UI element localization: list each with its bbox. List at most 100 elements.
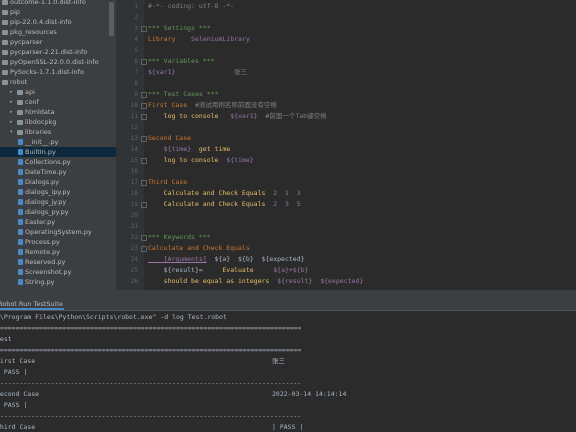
python-file-icon bbox=[18, 159, 23, 165]
panel-splitter[interactable] bbox=[0, 290, 576, 298]
tree-item[interactable]: dialogs_jy.py bbox=[0, 197, 66, 207]
tree-item[interactable]: BuiltIn.py bbox=[0, 147, 116, 157]
code-line: ${time} get time bbox=[148, 144, 231, 155]
tree-item[interactable]: Screenshot.py bbox=[0, 267, 71, 277]
tree-item[interactable]: dialogs_ipy.py bbox=[0, 187, 70, 197]
tree-item[interactable]: Remote.py bbox=[0, 247, 60, 257]
line-number: 19 bbox=[130, 201, 138, 208]
project-tree: outcome-1.1.0.dist-info pip pip-22.0.4.dis… bbox=[0, 0, 116, 290]
python-file-icon bbox=[18, 149, 23, 155]
chevron-right-icon[interactable]: ▸ bbox=[10, 107, 15, 117]
code-token: get time bbox=[191, 145, 231, 153]
chevron-right-icon[interactable]: ▸ bbox=[10, 97, 15, 107]
fold-marker-icon[interactable] bbox=[141, 246, 147, 252]
chevron-right-icon[interactable]: ▸ bbox=[10, 117, 15, 127]
tree-item-label: pip-22.0.4.dist-info bbox=[10, 18, 72, 26]
line-number: 10 bbox=[130, 102, 138, 109]
run-console[interactable]: :\Program Files\Python\Scripts\robot.exe… bbox=[0, 311, 576, 432]
tree-item-label: pycparser-2.21.dist-info bbox=[10, 48, 88, 56]
tree-item[interactable]: String.py bbox=[0, 277, 54, 287]
tree-item-label: conf bbox=[25, 98, 39, 106]
chevron-down-icon[interactable]: ▾ bbox=[10, 127, 15, 137]
tree-item-label: __init__.py bbox=[25, 138, 59, 146]
tree-item[interactable]: dialogs_py.py bbox=[0, 207, 69, 217]
tree-item[interactable]: Reserved.py bbox=[0, 257, 65, 267]
tree-item[interactable]: pkg_resources bbox=[0, 27, 57, 37]
tree-item[interactable]: Dialogs.py bbox=[0, 177, 59, 187]
tree-item[interactable]: ▸ libdocpkg bbox=[0, 117, 56, 127]
python-file-icon bbox=[18, 179, 23, 185]
tree-item[interactable]: Process.py bbox=[0, 237, 60, 247]
folder-icon bbox=[2, 19, 8, 25]
fold-marker-icon[interactable] bbox=[141, 26, 147, 32]
folder-icon bbox=[17, 129, 23, 135]
tree-item[interactable]: PySocks-1.7.1.dist-info bbox=[0, 67, 84, 77]
python-file-icon bbox=[18, 209, 23, 215]
line-number: 11 bbox=[130, 113, 138, 120]
line-number: 25 bbox=[130, 267, 138, 274]
tree-item[interactable]: DateTime.py bbox=[0, 167, 66, 177]
tree-item[interactable]: outcome-1.1.0.dist-info bbox=[0, 0, 86, 7]
tree-item[interactable]: pycparser bbox=[0, 37, 42, 47]
fold-marker-icon[interactable] bbox=[141, 59, 147, 65]
tree-item-label: Remote.py bbox=[25, 248, 61, 256]
line-number: 21 bbox=[130, 223, 138, 230]
tree-item-label: pip bbox=[10, 8, 21, 16]
tree-item-label: dialogs_py.py bbox=[25, 208, 69, 216]
tree-item[interactable]: OperatingSystem.py bbox=[0, 227, 92, 237]
tree-item[interactable]: ▸ api bbox=[0, 87, 35, 97]
fold-marker-icon[interactable] bbox=[141, 92, 147, 98]
code-token: First Case bbox=[148, 101, 188, 109]
tree-item[interactable]: pip bbox=[0, 7, 20, 17]
line-number: 9 bbox=[134, 91, 138, 98]
folder-icon bbox=[17, 89, 23, 95]
code-token: Third Case bbox=[148, 178, 188, 186]
fold-marker-icon[interactable] bbox=[141, 114, 147, 120]
fold-marker-icon[interactable] bbox=[141, 158, 147, 164]
tree-item[interactable]: ▸ conf bbox=[0, 97, 39, 107]
tree-item[interactable]: ▸ htmldata bbox=[0, 107, 54, 117]
tree-scrollbar[interactable] bbox=[109, 2, 114, 36]
tree-item-label: Screenshot.py bbox=[25, 268, 72, 276]
code-line: First Case #测试用例名称前面没有空格 bbox=[148, 100, 277, 111]
tree-item[interactable]: pip-22.0.4.dist-info bbox=[0, 17, 72, 27]
code-token: *** Settings *** bbox=[148, 24, 211, 32]
fold-marker-icon[interactable] bbox=[141, 180, 147, 186]
tree-item[interactable]: __init__.py bbox=[0, 137, 58, 147]
chevron-right-icon[interactable]: ▸ bbox=[10, 87, 15, 97]
tree-item[interactable]: ▾ libraries bbox=[0, 127, 51, 137]
fold-marker-icon[interactable] bbox=[141, 136, 147, 142]
python-file-icon bbox=[18, 169, 23, 175]
code-token: Calculate and Check Equals bbox=[148, 189, 266, 197]
python-file-icon bbox=[18, 269, 23, 275]
fold-marker-icon[interactable] bbox=[141, 103, 147, 109]
tree-item[interactable]: robot bbox=[0, 77, 27, 87]
code-token: #-*- coding: utf-8 -*- bbox=[148, 2, 235, 10]
tree-item[interactable]: pycparser-2.21.dist-info bbox=[0, 47, 87, 57]
fold-marker-icon[interactable] bbox=[141, 235, 147, 241]
line-number: 26 bbox=[130, 278, 138, 285]
tree-item-label: pyOpenSSL-22.0.0.dist-info bbox=[10, 58, 99, 66]
folder-icon bbox=[17, 109, 23, 115]
code-line: ${var1} 张三 bbox=[148, 67, 247, 78]
tree-item-label: htmldata bbox=[25, 108, 55, 116]
line-number: 3 bbox=[134, 25, 138, 32]
fold-marker-icon[interactable] bbox=[141, 202, 147, 208]
tree-item-label: String.py bbox=[25, 278, 55, 286]
line-number: 7 bbox=[134, 69, 138, 76]
code-token: ${a} ${b} ${expected} bbox=[206, 255, 305, 263]
tree-item[interactable]: Collections.py bbox=[0, 157, 71, 167]
console-line: Third Case bbox=[0, 423, 36, 431]
code-token: Evaluate bbox=[202, 266, 254, 274]
tree-item[interactable]: Easter.py bbox=[0, 217, 55, 227]
console-line: ----------------------------------------… bbox=[0, 412, 302, 420]
line-number: 20 bbox=[130, 212, 138, 219]
code-line: ${result}= Evaluate ${a}+${b} bbox=[148, 265, 309, 276]
code-line: Second Case bbox=[148, 133, 191, 144]
python-file-icon bbox=[18, 199, 23, 205]
code-line: should be equal as integers ${result} ${… bbox=[148, 276, 364, 287]
tree-item[interactable]: pyOpenSSL-22.0.0.dist-info bbox=[0, 57, 99, 67]
line-number: 5 bbox=[134, 47, 138, 54]
python-file-icon bbox=[18, 229, 23, 235]
code-line: #-*- coding: utf-8 -*- bbox=[148, 1, 234, 12]
